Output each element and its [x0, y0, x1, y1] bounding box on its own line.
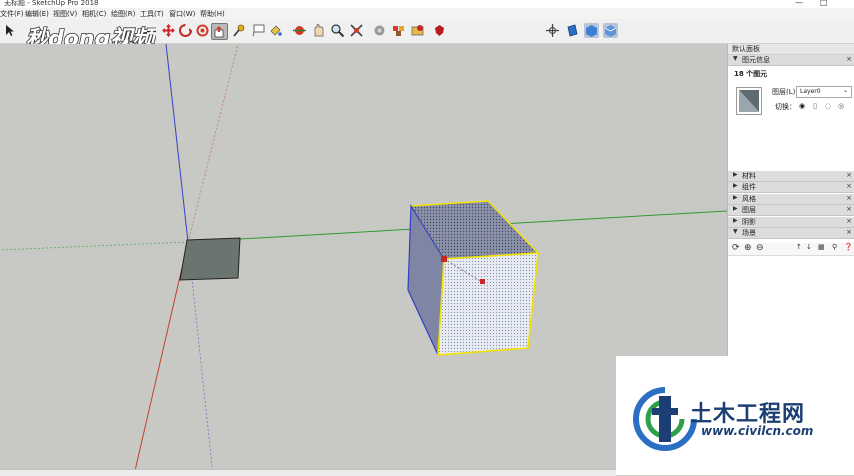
- collapse-arrow-icon: ▼: [733, 228, 738, 235]
- blue-axis-positive: [165, 44, 189, 243]
- inference-point-start: [441, 256, 447, 262]
- rotate-icon[interactable]: [178, 23, 193, 38]
- move-icon[interactable]: [161, 23, 176, 38]
- layer-value: Layer0: [800, 88, 821, 95]
- toggle-label: 切换：: [775, 103, 796, 111]
- lock-icon[interactable]: ▯: [810, 102, 820, 112]
- ruby-icon[interactable]: [432, 23, 447, 38]
- menu-tools[interactable]: 工具(T): [140, 9, 164, 19]
- paint-bucket-icon[interactable]: [268, 23, 283, 38]
- close-icon[interactable]: ×: [846, 205, 852, 213]
- panel-scenes[interactable]: ▼ 场景 ×: [728, 228, 854, 239]
- close-icon[interactable]: ×: [846, 171, 852, 179]
- expand-arrow-icon: ▶: [733, 205, 738, 212]
- red-axis-positive: [133, 241, 189, 475]
- expand-arrow-icon: ▶: [733, 182, 738, 189]
- red-axis-negative: [187, 44, 239, 243]
- selected-box[interactable]: [407, 200, 540, 356]
- menu-help[interactable]: 帮助(H): [200, 9, 225, 19]
- push-pull-icon[interactable]: [211, 23, 228, 40]
- view-options-icon[interactable]: ▦: [818, 243, 825, 251]
- remove-scene-icon[interactable]: ⊖: [756, 243, 764, 253]
- select-arrow-icon[interactable]: [2, 23, 17, 38]
- zoom-extents-icon[interactable]: [349, 23, 364, 38]
- visibility-eye-icon[interactable]: ◉: [797, 102, 807, 112]
- chevron-down-icon: ⌄: [842, 87, 848, 94]
- filter-icon[interactable]: ⚲: [832, 243, 837, 251]
- menu-bar: 文件(F) 编辑(E) 视图(V) 相机(C) 绘图(R) 工具(T) 窗口(W…: [0, 8, 854, 19]
- rectangle-face[interactable]: [179, 237, 241, 281]
- offset-icon[interactable]: [195, 23, 210, 38]
- entity-count: 18 个图元: [734, 70, 768, 78]
- window-title: 无标题 - SketchUp Pro 2018: [4, 0, 99, 7]
- civilcn-url: www.civilcn.com: [701, 424, 814, 438]
- axes-icon[interactable]: [545, 23, 560, 38]
- panel-shadows-label: 阴影: [742, 218, 756, 226]
- panel-materials[interactable]: ▶ 材料 ×: [728, 171, 854, 182]
- menu-edit[interactable]: 编辑(E): [25, 9, 49, 19]
- panel-shadows[interactable]: ▶ 阴影 ×: [728, 217, 854, 228]
- add-scene-icon[interactable]: ⊕: [744, 243, 752, 253]
- entity-info-title: 图元信息: [742, 56, 770, 64]
- title-bar: 无标题 - SketchUp Pro 2018 — □: [0, 0, 854, 8]
- menu-window[interactable]: 窗口(W): [169, 9, 195, 19]
- inference-point-end: [480, 279, 485, 284]
- warehouse-icon[interactable]: [372, 23, 387, 38]
- section-display-icon[interactable]: [584, 23, 599, 38]
- zoom-icon[interactable]: [330, 23, 345, 38]
- close-icon[interactable]: ×: [846, 217, 852, 225]
- panel-styles[interactable]: ▶ 风格 ×: [728, 194, 854, 205]
- entity-thumbnail: [736, 87, 762, 115]
- panel-components[interactable]: ▶ 组件 ×: [728, 182, 854, 193]
- entity-info-header[interactable]: ▼ 图元信息 ×: [728, 55, 854, 66]
- maximize-button[interactable]: □: [820, 0, 828, 7]
- panel-layers[interactable]: ▶ 图层 ×: [728, 205, 854, 216]
- text-icon[interactable]: [251, 23, 266, 38]
- menu-file[interactable]: 文件(F): [0, 9, 24, 19]
- orbit-icon[interactable]: [292, 23, 307, 38]
- details-icon[interactable]: ❓: [844, 243, 853, 251]
- close-icon[interactable]: ×: [846, 55, 852, 63]
- close-icon[interactable]: ×: [846, 194, 852, 202]
- panel-styles-label: 风格: [742, 195, 756, 203]
- components-icon[interactable]: [391, 23, 406, 38]
- menu-camera[interactable]: 相机(C): [82, 9, 106, 19]
- panel-scenes-label: 场景: [742, 229, 756, 237]
- close-icon[interactable]: ×: [846, 228, 852, 236]
- move-up-icon[interactable]: ↑: [796, 243, 802, 251]
- panel-materials-label: 材料: [742, 172, 756, 180]
- expand-arrow-icon: ▶: [733, 171, 738, 178]
- panel-layers-label: 图层: [742, 206, 756, 214]
- tape-icon[interactable]: [232, 23, 247, 38]
- layer-select[interactable]: Layer0 ⌄: [796, 86, 852, 98]
- tray-header: 默认面板: [728, 44, 854, 55]
- section-cut-icon[interactable]: [603, 23, 618, 38]
- panel-components-label: 组件: [742, 183, 756, 191]
- move-down-icon[interactable]: ↓: [806, 243, 812, 251]
- refresh-icon[interactable]: ⟳: [732, 243, 740, 253]
- minimize-button[interactable]: —: [795, 0, 803, 7]
- extension-icon[interactable]: [410, 23, 425, 38]
- scenes-toolbar: ⟳ ⊕ ⊖ ↑ ↓ ▦ ⚲ ❓: [728, 243, 854, 256]
- box-front-face[interactable]: [437, 252, 539, 356]
- menu-view[interactable]: 视图(V): [53, 9, 77, 19]
- layer-label: 图层(L):: [772, 88, 798, 96]
- expand-arrow-icon: ▶: [733, 217, 738, 224]
- tray-title: 默认面板: [732, 45, 760, 53]
- collapse-arrow-icon: ▼: [733, 55, 738, 62]
- receive-shadow-icon[interactable]: ◎: [836, 102, 846, 112]
- cast-shadow-icon[interactable]: ◌: [823, 102, 833, 112]
- section-plane-icon[interactable]: [565, 23, 580, 38]
- close-icon[interactable]: ×: [846, 182, 852, 190]
- pan-icon[interactable]: [311, 23, 326, 38]
- menu-draw[interactable]: 绘图(R): [111, 9, 135, 19]
- green-axis-negative: [0, 241, 189, 251]
- expand-arrow-icon: ▶: [733, 194, 738, 201]
- site-watermark: 土木工程网 www.civilcn.com: [616, 356, 854, 475]
